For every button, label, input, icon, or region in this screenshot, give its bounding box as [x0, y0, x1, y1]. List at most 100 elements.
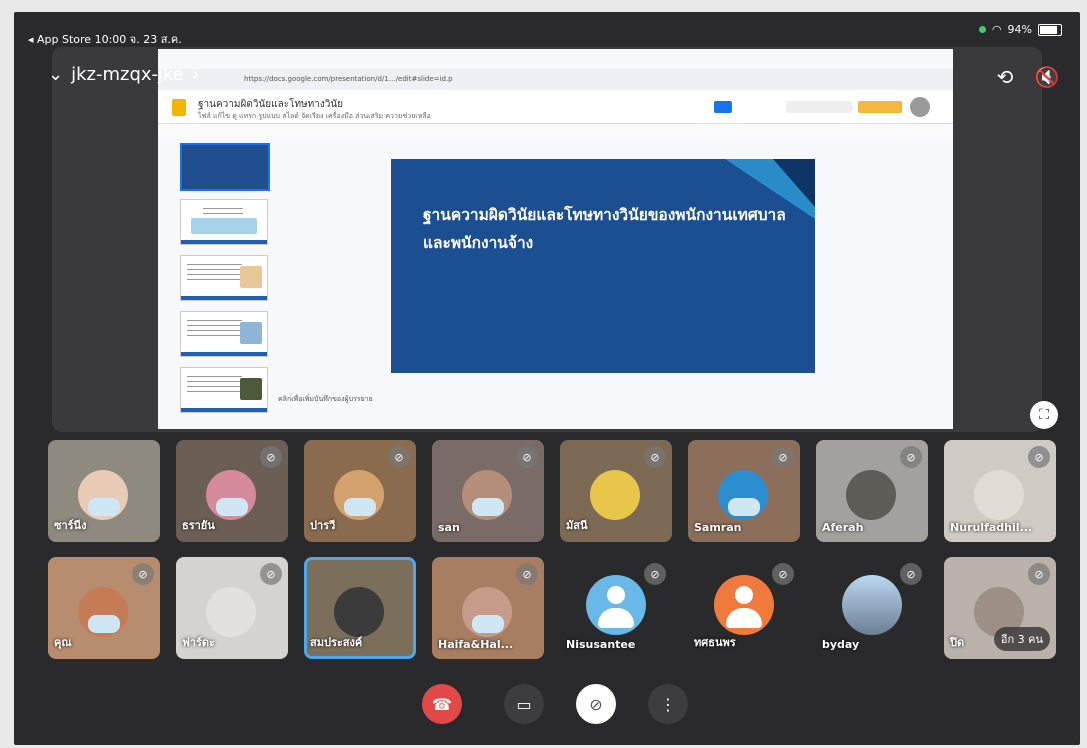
thumbnail-4	[180, 311, 268, 357]
shared-browser-window: https://docs.google.com/presentation/d/1…	[158, 49, 953, 429]
mic-off-icon: ⊘	[1028, 563, 1050, 585]
mic-off-icon: ⊘	[772, 563, 794, 585]
participant-name: มัสนี	[566, 519, 588, 532]
participant-tile[interactable]: ⊘ san	[432, 440, 544, 542]
participant-tile[interactable]: ⊘ ฟาร์ดะ	[176, 557, 288, 659]
avatar	[586, 575, 646, 635]
mic-off-icon: ⊘	[260, 563, 282, 585]
more-participants-label[interactable]: อีก 3 คน	[993, 627, 1050, 651]
fullscreen-button[interactable]: ⛶	[1030, 401, 1058, 429]
chevron-down-icon: ⌄	[48, 64, 64, 85]
speaker-notes: คลิกเพื่อเพิ่มบันทึกของผู้บรรยาย	[278, 395, 373, 403]
participant-tile[interactable]: ⊘ ธรายัน	[176, 440, 288, 542]
participant-video-detail	[344, 498, 376, 516]
participant-video-detail	[728, 498, 760, 516]
thumbnail-2	[180, 199, 268, 245]
doc-menu: ไฟล์ แก้ไข ดู แทรก รูปแบบ สไลด์ จัดเรียง…	[198, 112, 431, 120]
participant-name: ซาร์นีง	[54, 519, 87, 532]
participant-name: ปิด	[950, 636, 965, 649]
mic-off-icon: ⊘	[900, 446, 922, 468]
participant-tile[interactable]: ⊘ byday	[816, 557, 928, 659]
mic-off-icon: ⊘	[132, 563, 154, 585]
mic-off-icon: ⊘	[260, 446, 282, 468]
participant-video-detail	[472, 615, 504, 633]
share-area	[786, 101, 852, 113]
slide-decoration-dark	[773, 159, 815, 207]
participant-name: ปารวี	[310, 519, 336, 532]
participant-tile[interactable]: ⊘ ปิด อีก 3 คน	[944, 557, 1056, 659]
participant-tile[interactable]: ⊘ Nisusantee	[560, 557, 672, 659]
slide-title: ฐานความผิดวินัยและโทษทางวินัยของพนักงานเ…	[423, 206, 786, 252]
participant-name: ฟาร์ดะ	[182, 636, 215, 649]
present-icon	[714, 101, 732, 113]
mic-off-icon: ⊘	[644, 563, 666, 585]
participant-tile[interactable]: ⊘ มัสนี	[560, 440, 672, 542]
participant-video-detail	[88, 615, 120, 633]
meet-top-bar: ⌄ jkz-mzqx-jke › ⟲ 🔇	[14, 62, 1080, 100]
thumbnail-5	[180, 367, 268, 413]
participant-name: Nurulfadhil...	[950, 521, 1033, 534]
share-button	[858, 101, 902, 113]
mic-button[interactable]: ⊘	[576, 684, 616, 724]
participant-name: Samran	[694, 521, 742, 534]
participant-name: Nisusantee	[566, 638, 636, 651]
editor-toolbar	[158, 124, 953, 138]
avatar	[714, 575, 774, 635]
more-vertical-icon: ⋮	[660, 694, 676, 714]
avatar	[842, 575, 902, 635]
participant-tile[interactable]: ⊘ ทศธนพร	[688, 557, 800, 659]
battery-icon	[1038, 23, 1062, 36]
thumbnail-3	[180, 255, 268, 301]
participant-video	[590, 470, 640, 520]
participant-video-detail	[216, 498, 248, 516]
participant-tile[interactable]: ซาร์นีง	[48, 440, 160, 542]
participant-tile[interactable]: ⊘ ปารวี	[304, 440, 416, 542]
chevron-right-icon: ›	[191, 64, 200, 85]
meeting-code: jkz-mzqx-jke	[71, 64, 184, 85]
participant-video	[334, 587, 384, 637]
mic-off-icon: ⊘	[516, 446, 538, 468]
mic-off-icon: ⊘	[516, 563, 538, 585]
account-avatar-icon	[910, 97, 930, 117]
end-call-icon: ☎	[432, 694, 452, 714]
camera-switch-icon[interactable]: ⟲	[990, 62, 1020, 92]
participant-name: ธรายัน	[182, 519, 215, 532]
current-slide: ฐานความผิดวินัยและโทษทางวินัยของพนักงานเ…	[391, 159, 815, 373]
camera-button[interactable]: ▭	[504, 684, 544, 724]
participant-name: Haifa&Hal...	[438, 638, 514, 651]
speaker-off-icon[interactable]: 🔇	[1032, 62, 1062, 92]
end-call-button[interactable]: ☎	[422, 684, 462, 724]
participant-tile[interactable]: ⊘ Samran	[688, 440, 800, 542]
participant-name: สมประสงค์	[310, 636, 363, 649]
participant-tile[interactable]: ⊘ Nurulfadhil...	[944, 440, 1056, 542]
status-left-text[interactable]: ◂ App Store 10:00 จ. 23 ส.ค.	[28, 30, 182, 48]
status-right: ◠ 94%	[978, 23, 1062, 36]
ios-status-bar: ◂ App Store 10:00 จ. 23 ส.ค. ◠ 94%	[14, 12, 1080, 46]
mic-off-icon: ⊘	[900, 563, 922, 585]
meet-app-screen: ◂ App Store 10:00 จ. 23 ส.ค. ◠ 94% https…	[14, 12, 1080, 745]
wifi-icon: ◠	[991, 23, 1002, 36]
participant-video	[974, 470, 1024, 520]
participant-video	[206, 587, 256, 637]
battery-percent: 94%	[1007, 23, 1032, 36]
participant-video-detail	[88, 498, 120, 516]
camera-indicator-icon	[978, 26, 986, 33]
mic-off-icon: ⊘	[589, 694, 603, 714]
participant-name: ทศธนพร	[694, 636, 736, 649]
participant-tile[interactable]: ⊘ Haifa&Hal...	[432, 557, 544, 659]
meeting-code-button[interactable]: ⌄ jkz-mzqx-jke ›	[48, 64, 199, 85]
mic-off-icon: ⊘	[644, 446, 666, 468]
thumbnail-1	[180, 143, 270, 191]
more-options-button[interactable]: ⋮	[648, 684, 688, 724]
slide-thumbnails	[166, 143, 270, 423]
participant-name: คุณ	[54, 636, 72, 649]
participant-video-detail	[472, 498, 504, 516]
mic-off-icon: ⊘	[388, 446, 410, 468]
participant-tile[interactable]: สมประสงค์	[304, 557, 416, 659]
participant-name: san	[438, 521, 460, 534]
participant-tile[interactable]: ⊘ คุณ	[48, 557, 160, 659]
mic-off-icon: ⊘	[1028, 446, 1050, 468]
slides-logo-icon	[172, 99, 186, 116]
mic-off-icon: ⊘	[772, 446, 794, 468]
participant-tile[interactable]: ⊘ Aferah	[816, 440, 928, 542]
